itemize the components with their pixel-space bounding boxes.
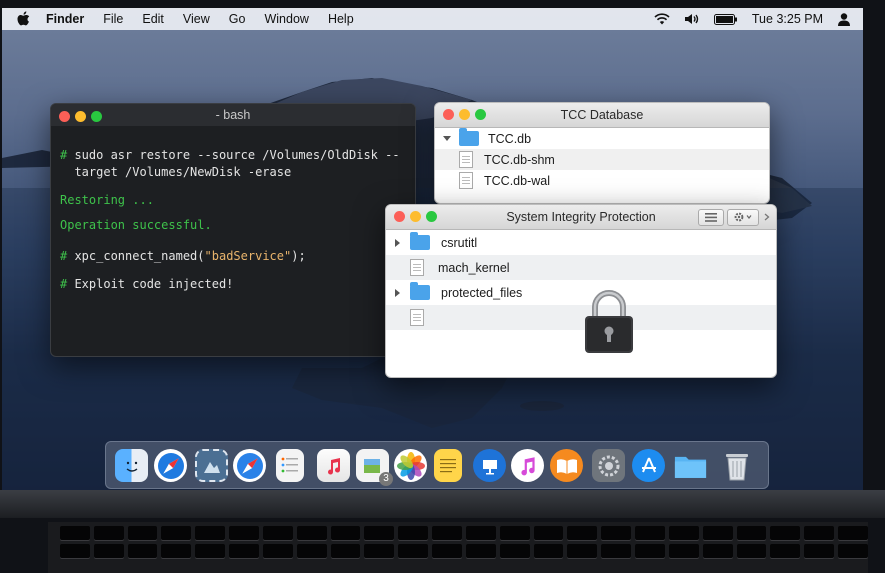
xpc-suffix: );	[291, 249, 306, 263]
document-icon	[410, 309, 424, 326]
list-item[interactable]: TCC.db-shm	[435, 149, 769, 170]
terminal-success: Operation successful.	[60, 218, 212, 232]
safari-icon[interactable]	[154, 449, 187, 482]
terminal-line-asr-1: # sudo asr restore --source /Volumes/Old…	[60, 148, 400, 162]
document-icon	[459, 172, 473, 189]
file-name: TCC.db-shm	[484, 152, 555, 167]
terminal-line-xpc: # xpc_connect_named("badService");	[60, 249, 306, 263]
safari-compass-icon[interactable]	[233, 449, 266, 482]
menu-help[interactable]: Help	[328, 12, 354, 26]
disclosure-triangle-icon[interactable]	[443, 136, 451, 141]
minimize-button[interactable]	[75, 111, 86, 122]
music-store-icon[interactable]	[317, 449, 350, 482]
folder-icon	[410, 232, 430, 250]
laptop-keyboard	[48, 522, 868, 573]
list-item[interactable]: csrutitl	[386, 230, 776, 255]
list-item[interactable]	[386, 305, 776, 330]
folder-icon[interactable]	[674, 449, 707, 482]
dock: 3	[105, 441, 769, 489]
sip-titlebar[interactable]: System Integrity Protection	[386, 205, 776, 230]
disclosure-triangle-icon[interactable]	[395, 238, 400, 247]
gear-icon	[734, 212, 752, 222]
itunes-icon[interactable]	[511, 449, 544, 482]
file-name: TCC.db	[488, 131, 532, 146]
chevron-right-icon[interactable]	[764, 213, 770, 221]
list-view-icon	[705, 213, 717, 222]
terminal-line-asr-2: target /Volumes/NewDisk -erase	[60, 165, 292, 179]
folder-icon	[459, 128, 479, 146]
list-item[interactable]: TCC.db-wal	[435, 170, 769, 191]
sip-window[interactable]: System Integrity Protection csrutitl mac…	[385, 204, 777, 378]
preview-icon[interactable]: 3	[356, 449, 393, 486]
battery-icon[interactable]	[713, 13, 738, 25]
terminal-output[interactable]: # sudo asr restore --source /Volumes/Old…	[51, 126, 415, 299]
apple-icon[interactable]	[16, 11, 30, 27]
folder-icon	[410, 282, 430, 300]
xpc-prefix: xpc_connect_named(	[67, 249, 205, 263]
tcc-titlebar[interactable]: TCC Database	[435, 103, 769, 128]
menu-edit[interactable]: Edit	[142, 12, 164, 26]
list-item[interactable]: protected_files	[386, 280, 776, 305]
mail-stamp-icon[interactable]	[195, 449, 228, 482]
volume-icon[interactable]	[684, 13, 700, 25]
menu-clock[interactable]: Tue 3:25 PM	[752, 12, 823, 26]
file-name: protected_files	[441, 285, 523, 300]
menu-window[interactable]: Window	[264, 12, 308, 26]
wifi-icon[interactable]	[654, 13, 670, 25]
asr-command-text: sudo asr restore --source /Volumes/OldDi…	[67, 148, 400, 162]
system-preferences-icon[interactable]	[592, 449, 625, 482]
close-button[interactable]	[59, 111, 70, 122]
laptop-hinge	[0, 490, 885, 518]
zoom-button[interactable]	[475, 109, 486, 120]
tcc-title: TCC Database	[560, 108, 644, 122]
menu-app-name[interactable]: Finder	[46, 12, 84, 26]
app-store-icon[interactable]	[632, 449, 665, 482]
sip-title: System Integrity Protection	[506, 210, 656, 224]
xpc-string: "badService"	[204, 249, 292, 263]
padlock-icon	[585, 290, 633, 353]
finder-icon[interactable]	[115, 449, 148, 482]
file-name: csrutitl	[441, 235, 478, 250]
terminal-title: - bash	[215, 108, 251, 122]
menu-view[interactable]: View	[183, 12, 210, 26]
tcc-database-window[interactable]: TCC Database TCC.db TCC.db-shm TCC.db-wa…	[434, 102, 770, 204]
list-item[interactable]: mach_kernel	[386, 255, 776, 280]
terminal-restoring: Restoring ...	[60, 193, 154, 207]
notes-icon[interactable]	[434, 449, 462, 482]
terminal-line-exploit: # Exploit code injected!	[60, 277, 234, 291]
books-icon[interactable]	[550, 449, 583, 482]
minimize-button[interactable]	[410, 211, 421, 222]
file-name: mach_kernel	[438, 260, 510, 275]
minimize-button[interactable]	[459, 109, 470, 120]
terminal-titlebar[interactable]: - bash	[51, 104, 415, 126]
list-item[interactable]: TCC.db	[435, 128, 769, 149]
reminders-icon[interactable]	[276, 449, 304, 482]
dock-badge: 3	[379, 472, 393, 486]
terminal-window[interactable]: - bash # sudo asr restore --source /Volu…	[50, 103, 416, 357]
close-button[interactable]	[394, 211, 405, 222]
menu-go[interactable]: Go	[229, 12, 246, 26]
action-menu-button[interactable]	[727, 209, 759, 226]
zoom-button[interactable]	[91, 111, 102, 122]
user-icon[interactable]	[837, 12, 851, 26]
trash-icon[interactable]	[720, 449, 753, 482]
menu-bar: Finder File Edit View Go Window Help Tue…	[2, 8, 863, 30]
zoom-button[interactable]	[426, 211, 437, 222]
document-icon	[410, 259, 424, 276]
photos-icon[interactable]	[394, 449, 427, 482]
close-button[interactable]	[443, 109, 454, 120]
document-icon	[459, 151, 473, 168]
disclosure-triangle-icon[interactable]	[395, 288, 400, 297]
menu-file[interactable]: File	[103, 12, 123, 26]
keynote-icon[interactable]	[473, 449, 506, 482]
file-name: TCC.db-wal	[484, 173, 550, 188]
list-view-button[interactable]	[698, 209, 724, 226]
